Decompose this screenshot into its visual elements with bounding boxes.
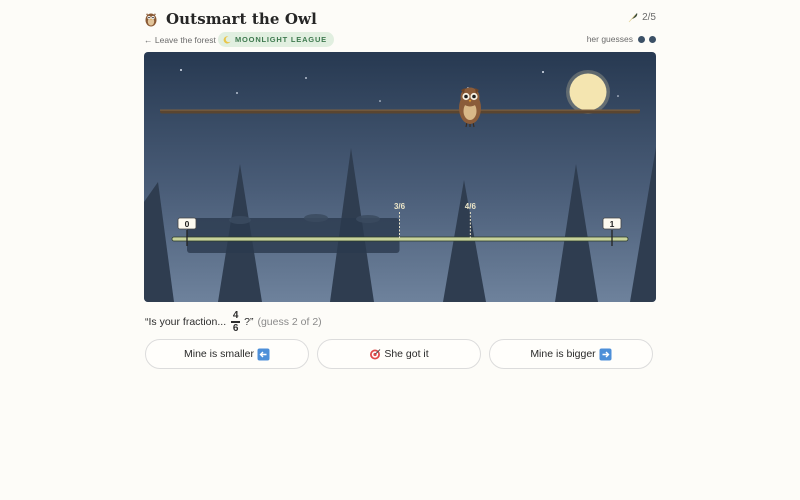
guesses-label: her guesses (586, 34, 633, 44)
start-label: 0 (185, 219, 190, 229)
league-label: MOONLIGHT LEAGUE (235, 35, 327, 44)
she-got-it-button[interactable]: She got it (317, 339, 481, 369)
page-title: Outsmart the Owl (166, 10, 317, 28)
moon-icon (566, 70, 610, 114)
guess-fraction: 4 6 (231, 310, 241, 334)
league-badge: MOONLIGHT LEAGUE (218, 32, 334, 47)
target-icon (370, 349, 381, 360)
fraction-numerator: 4 (232, 310, 239, 322)
header: Outsmart the Owl 2/5 (144, 8, 656, 30)
owl-icon (145, 13, 157, 27)
moon-icon (223, 35, 231, 43)
bigger-label: Mine is bigger (530, 348, 596, 360)
scene-canvas: 0 1 3/6 4/6 (144, 52, 656, 302)
mine-is-smaller-button[interactable]: Mine is smaller (145, 339, 309, 369)
subbar: ← Leave the forest MOONLIGHT LEAGUE her … (144, 32, 656, 48)
guess-dot (638, 35, 645, 43)
score-counter: 2/5 (627, 11, 656, 23)
owl-question: “Is your fraction... 4 6 ?” (guess 2 of … (145, 310, 322, 334)
branch (160, 109, 640, 114)
left-arrow-icon (257, 348, 270, 360)
feather-icon (628, 13, 638, 23)
fraction-denominator: 6 (232, 322, 239, 334)
right-arrow-icon (599, 348, 612, 360)
leave-forest-link[interactable]: ← Leave the forest (144, 35, 216, 45)
question-suffix: ?” (244, 316, 254, 328)
score-value: 2/5 (642, 11, 656, 23)
smaller-label: Mine is smaller (183, 348, 254, 360)
title-group: Outsmart the Owl (144, 8, 317, 30)
end-label: 1 (610, 219, 615, 229)
got-it-label: She got it (384, 348, 429, 360)
question-prefix: “Is your fraction... (145, 316, 227, 328)
guesses-indicator: her guesses (587, 34, 656, 44)
answer-buttons: Mine is smaller She got it Mine is bigge… (145, 339, 655, 371)
mine-is-bigger-button[interactable]: Mine is bigger (489, 339, 653, 369)
guess-note: (guess 2 of 2) (257, 316, 322, 328)
eliminated-range (187, 218, 400, 253)
guess-marker-label: 3/6 (394, 202, 406, 211)
guess-dot (649, 35, 656, 43)
guess-marker-label: 4/6 (465, 202, 477, 211)
forest-scene: 0 1 3/6 4/6 (144, 52, 656, 302)
